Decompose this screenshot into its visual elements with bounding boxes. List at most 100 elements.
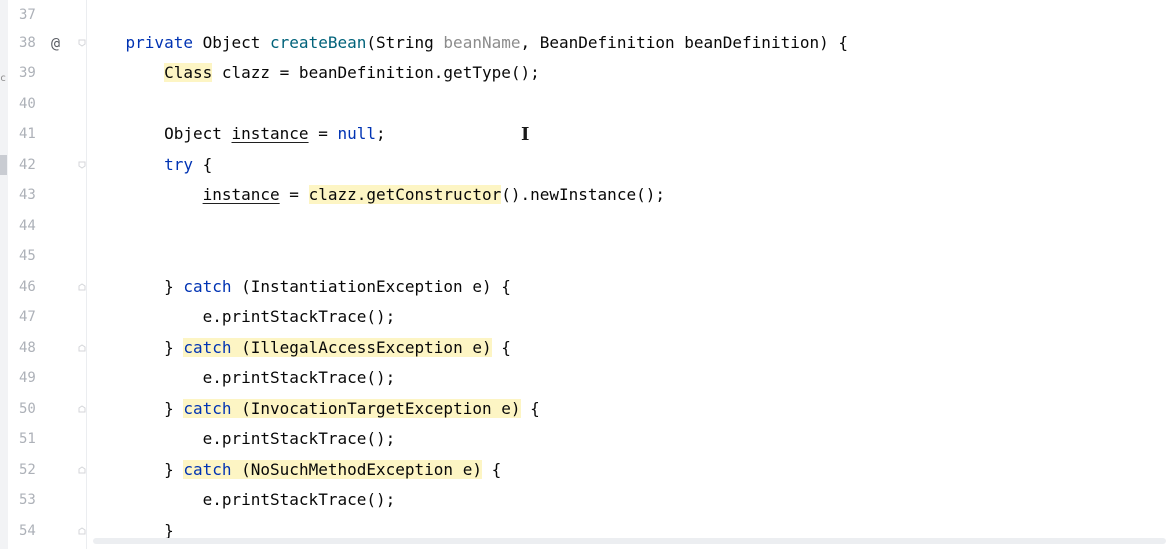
fold-close-icon[interactable] — [78, 466, 86, 474]
code-text: } — [164, 399, 184, 418]
code-text: (String — [366, 33, 444, 52]
gutter-line: 54 — [8, 516, 86, 546]
code-line[interactable]: Class clazz = beanDefinition.getType(); — [87, 58, 1166, 88]
method-name: createBean — [270, 33, 367, 52]
left-tool-strip: c — [0, 0, 8, 549]
fold-close-icon[interactable] — [78, 527, 86, 535]
keyword-null: null — [337, 124, 376, 143]
code-line[interactable]: instance = clazz.getConstructor().newIns… — [87, 180, 1166, 210]
code-text: e.printStackTrace(); — [202, 490, 396, 509]
gutter-line: 42 — [8, 150, 86, 180]
gutter-line: 49 — [8, 363, 86, 393]
code-line[interactable]: Object instance = null; — [87, 119, 1166, 149]
line-number: 51 — [19, 431, 36, 447]
gutter-line: 50 — [8, 394, 86, 424]
exception-clause: (InvocationTargetException e) — [241, 399, 521, 418]
annotation-gutter-icon[interactable]: @ — [51, 28, 60, 58]
gutter-line: 37 — [8, 0, 86, 30]
line-number: 49 — [19, 370, 36, 386]
code-line[interactable] — [87, 211, 1166, 241]
fold-open-icon[interactable] — [78, 39, 86, 47]
keyword-catch: catch — [183, 460, 232, 479]
line-number: 40 — [19, 96, 36, 112]
code-editor[interactable]: private Object createBean(String beanNam… — [87, 0, 1166, 549]
reassigned-variable: instance — [202, 185, 280, 204]
line-number: 53 — [19, 492, 36, 508]
gutter-line: 44 — [8, 211, 86, 241]
gutter-line: 40 — [8, 89, 86, 119]
code-line[interactable] — [87, 89, 1166, 119]
code-text: } — [164, 338, 184, 357]
code-line[interactable]: private Object createBean(String beanNam… — [87, 28, 1166, 58]
keyword-catch: catch — [183, 277, 232, 296]
warning-highlight: Class — [164, 63, 213, 82]
fold-close-icon[interactable] — [78, 405, 86, 413]
line-number: 50 — [19, 401, 36, 417]
code-line[interactable]: } catch (NoSuchMethodException e) { — [87, 455, 1166, 485]
code-text: , BeanDefinition beanDefinition) { — [520, 33, 848, 52]
code-line[interactable] — [87, 241, 1166, 271]
line-number: 43 — [19, 187, 36, 203]
gutter-line: 53 — [8, 485, 86, 515]
gutter-line: 41 — [8, 119, 86, 149]
fold-close-icon[interactable] — [78, 344, 86, 352]
code-text: } — [164, 460, 184, 479]
gutter-line: 43 — [8, 180, 86, 210]
gutter-line: 51 — [8, 424, 86, 454]
line-number: 45 — [19, 248, 36, 264]
code-text: e.printStackTrace(); — [202, 368, 396, 387]
editor-gutter[interactable]: 37 38 @ 39 40 41 42 43 44 45 46 47 48 49… — [8, 0, 87, 549]
exception-clause: (IllegalAccessException e) — [241, 338, 492, 357]
gutter-line: 47 — [8, 302, 86, 332]
line-number: 47 — [19, 309, 36, 325]
exception-clause: (NoSuchMethodException e) — [241, 460, 482, 479]
code-line[interactable]: e.printStackTrace(); — [87, 485, 1166, 515]
code-line[interactable]: } catch (InstantiationException e) { — [87, 272, 1166, 302]
code-text: e.printStackTrace(); — [202, 307, 396, 326]
keyword-catch: catch — [183, 338, 232, 357]
line-number: 44 — [19, 218, 36, 234]
code-text: = — [279, 185, 309, 204]
code-text: { — [192, 155, 213, 174]
code-line[interactable]: e.printStackTrace(); — [87, 363, 1166, 393]
horizontal-scrollbar[interactable] — [93, 538, 1166, 544]
fold-close-icon[interactable] — [78, 283, 86, 291]
code-text: ().newInstance(); — [501, 185, 665, 204]
fold-open-icon[interactable] — [78, 161, 86, 169]
code-line[interactable]: e.printStackTrace(); — [87, 302, 1166, 332]
gutter-line: 39 — [8, 58, 86, 88]
code-line[interactable]: try { — [87, 150, 1166, 180]
code-line[interactable] — [87, 0, 1166, 30]
code-text: = — [308, 124, 338, 143]
code-text: } — [164, 277, 184, 296]
unused-parameter: beanName — [443, 33, 521, 52]
code-text: Object — [164, 124, 232, 143]
keyword-try: try — [164, 155, 193, 174]
code-line[interactable]: } catch (IllegalAccessException e) { — [87, 333, 1166, 363]
scroll-marker — [0, 155, 7, 175]
line-number: 38 — [19, 35, 36, 51]
gutter-line: 46 — [8, 272, 86, 302]
code-text: e.printStackTrace(); — [202, 429, 396, 448]
code-line[interactable]: } catch (InvocationTargetException e) { — [87, 394, 1166, 424]
code-line[interactable]: e.printStackTrace(); — [87, 424, 1166, 454]
warning-highlight: catch (NoSuchMethodException e) — [183, 460, 482, 479]
code-text: Object — [192, 33, 271, 52]
code-text: ; — [376, 124, 386, 143]
line-number: 52 — [19, 462, 36, 478]
sidebar-text-fragment: c — [0, 73, 7, 84]
gutter-line: 48 — [8, 333, 86, 363]
